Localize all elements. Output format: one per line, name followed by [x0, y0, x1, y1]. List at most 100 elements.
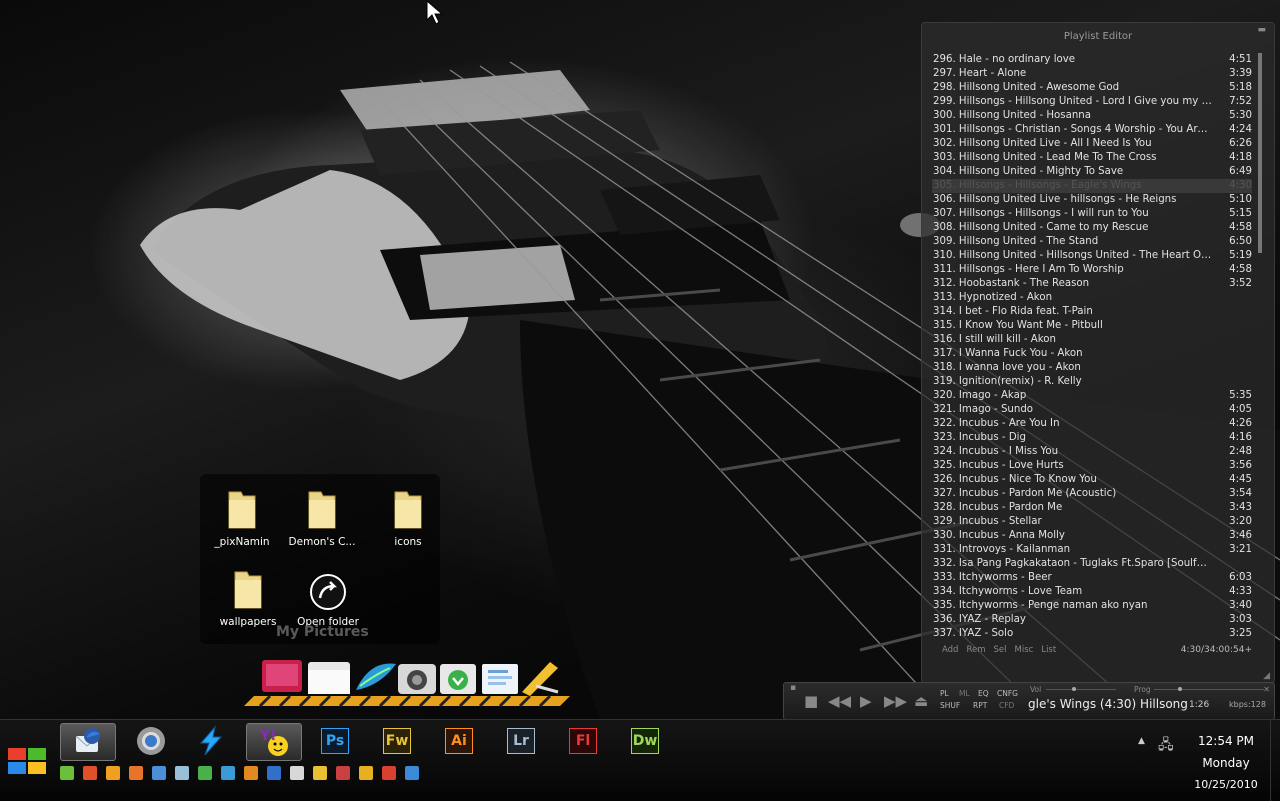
progress-slider[interactable]	[1154, 689, 1264, 690]
taskbar-flash[interactable]: Fl	[556, 723, 610, 759]
playlist-row[interactable]: 321. Imago - Sundo 4:05	[932, 403, 1252, 417]
mode-ml[interactable]: ML	[959, 689, 970, 698]
next-icon[interactable]: ▶▶	[884, 692, 907, 710]
quick-launch-app-icon[interactable]	[244, 766, 258, 780]
playlist-row[interactable]: 306. Hillsong United Live - hillsongs - …	[932, 193, 1252, 207]
playlist-row[interactable]: 315. I Know You Want Me - Pitbull	[932, 319, 1252, 333]
playlist-rem-button[interactable]: Rem	[966, 645, 985, 655]
playlist-row[interactable]: 329. Incubus - Stellar 3:20	[932, 515, 1252, 529]
playlist-row[interactable]: 337. IYAZ - Solo 3:25	[932, 627, 1252, 641]
close-icon[interactable]: ▬	[1257, 25, 1266, 35]
quick-launch-app-icon[interactable]	[152, 766, 166, 780]
desktop-folder-demons[interactable]: Demon's C...	[282, 488, 362, 548]
playlist-row[interactable]: 298. Hillsong United - Awesome God 5:18	[932, 81, 1252, 95]
mode-cnfg[interactable]: CNFG	[997, 689, 1018, 698]
player-menu-icon[interactable]: ▪	[790, 683, 796, 693]
quick-launch-app-icon[interactable]	[175, 766, 189, 780]
taskbar-lightroom[interactable]: Lr	[494, 723, 548, 759]
show-desktop-button[interactable]	[1270, 720, 1280, 801]
playlist-row[interactable]: 319. Ignition(remix) - R. Kelly	[932, 375, 1252, 389]
desktop-folder-icons[interactable]: icons	[368, 488, 448, 548]
playlist-row[interactable]: 299. Hillsongs - Hillsong United - Lord …	[932, 95, 1252, 109]
quick-launch-app-icon[interactable]	[106, 766, 120, 780]
playlist-row[interactable]: 318. I wanna love you - Akon	[932, 361, 1252, 375]
quick-launch-app-icon[interactable]	[60, 766, 74, 780]
playlist-row[interactable]: 305. Hillsongs - Hillsongs - Eagle's Win…	[932, 179, 1252, 193]
playlist-row[interactable]: 327. Incubus - Pardon Me (Acoustic) 3:54	[932, 487, 1252, 501]
play-icon[interactable]: ▶	[860, 692, 872, 710]
quick-launch-app-icon[interactable]	[267, 766, 281, 780]
quick-launch-app-icon[interactable]	[382, 766, 396, 780]
playlist-row[interactable]: 314. I bet - Flo Rida feat. T-Pain	[932, 305, 1252, 319]
playlist-row[interactable]: 320. Imago - Akap 5:35	[932, 389, 1252, 403]
playlist-row[interactable]: 304. Hillsong United - Mighty To Save 6:4…	[932, 165, 1252, 179]
taskbar-fireworks[interactable]: Fw	[370, 723, 424, 759]
playlist-row[interactable]: 333. Itchyworms - Beer 6:03	[932, 571, 1252, 585]
quick-launch-app-icon[interactable]	[313, 766, 327, 780]
network-icon[interactable]: 🖧	[1158, 734, 1174, 758]
volume-slider[interactable]	[1046, 689, 1116, 690]
playlist-list-button[interactable]: List	[1041, 645, 1056, 655]
playlist-row[interactable]: 330. Incubus - Anna Molly 3:46	[932, 529, 1252, 543]
player-close-icon[interactable]: ✕	[1263, 685, 1270, 694]
mode-shuf[interactable]: SHUF	[940, 701, 960, 710]
quick-launch-app-icon[interactable]	[129, 766, 143, 780]
quick-launch-app-icon[interactable]	[405, 766, 419, 780]
quick-launch-app-icon[interactable]	[359, 766, 373, 780]
playlist-row[interactable]: 296. Hale - no ordinary love 4:51	[932, 53, 1252, 67]
playlist-scrollbar[interactable]	[1258, 53, 1262, 643]
playlist-misc-button[interactable]: Misc	[1015, 645, 1034, 655]
taskbar-yahoo-messenger[interactable]: Y!	[246, 723, 302, 761]
show-hidden-icons-icon[interactable]: ▲	[1138, 736, 1145, 746]
mode-eq[interactable]: EQ	[978, 689, 989, 698]
mode-cfd[interactable]: CFD	[999, 701, 1014, 710]
quick-launch-app-icon[interactable]	[290, 766, 304, 780]
playlist-row[interactable]: 309. Hillsong United - The Stand 6:50	[932, 235, 1252, 249]
taskbar-winamp[interactable]	[184, 723, 238, 759]
taskbar-photoshop[interactable]: Ps	[308, 723, 362, 759]
desktop-folder-wallpapers[interactable]: wallpapers	[208, 568, 288, 628]
eject-icon[interactable]: ⏏	[914, 692, 928, 710]
playlist-row[interactable]: 326. Incubus - Nice To Know You 4:45	[932, 473, 1252, 487]
playlist-row[interactable]: 307. Hillsongs - Hillsongs - I will run …	[932, 207, 1252, 221]
playlist-row[interactable]: 332. Isa Pang Pagkakataon - Tuglaks Ft.S…	[932, 557, 1252, 571]
quick-launch-app-icon[interactable]	[336, 766, 350, 780]
playlist-row[interactable]: 328. Incubus - Pardon Me 3:43	[932, 501, 1252, 515]
volume-slider-knob[interactable]	[1072, 687, 1076, 691]
open-folder-button[interactable]: Open folder	[288, 572, 368, 628]
playlist-row[interactable]: 313. Hypnotized - Akon	[932, 291, 1252, 305]
progress-slider-knob[interactable]	[1178, 687, 1182, 691]
quick-launch-app-icon[interactable]	[83, 766, 97, 780]
resize-grip-icon[interactable]: ◢	[1263, 671, 1270, 681]
taskbar-dreamweaver[interactable]: Dw	[618, 723, 672, 759]
playlist-row[interactable]: 323. Incubus - Dig 4:16	[932, 431, 1252, 445]
previous-icon[interactable]: ◀◀	[828, 692, 851, 710]
quick-launch-app-icon[interactable]	[198, 766, 212, 780]
clock[interactable]: 12:54 PM Monday 10/25/2010	[1190, 730, 1262, 796]
playlist-row[interactable]: 316. I still will kill - Akon	[932, 333, 1252, 347]
desktop-folder-pixnamin[interactable]: _pixNamin	[202, 488, 282, 548]
playlist-row[interactable]: 310. Hillsong United - Hillsongs United …	[932, 249, 1252, 263]
playlist-row[interactable]: 317. I Wanna Fuck You - Akon	[932, 347, 1252, 361]
playlist-row[interactable]: 324. Incubus - I Miss You 2:48	[932, 445, 1252, 459]
playlist-row[interactable]: 331. Introvoys - Kailanman 3:21	[932, 543, 1252, 557]
playlist-row[interactable]: 322. Incubus - Are You In 4:26	[932, 417, 1252, 431]
playlist-row[interactable]: 312. Hoobastank - The Reason 3:52	[932, 277, 1252, 291]
quick-launch-app-icon[interactable]	[221, 766, 235, 780]
windows-start-icon[interactable]	[6, 746, 48, 776]
playlist-row[interactable]: 325. Incubus - Love Hurts 3:56	[932, 459, 1252, 473]
playlist-row[interactable]: 302. Hillsong United Live - All I Need I…	[932, 137, 1252, 151]
mode-rpt[interactable]: RPT	[973, 701, 987, 710]
playlist-row[interactable]: 336. IYAZ - Replay 3:03	[932, 613, 1252, 627]
playlist-list[interactable]: 296. Hale - no ordinary love 4:51 297. Hea…	[932, 53, 1252, 641]
playlist-row[interactable]: 311. Hillsongs - Here I Am To Worship 4:5…	[932, 263, 1252, 277]
playlist-row[interactable]: 297. Heart - Alone 3:39	[932, 67, 1252, 81]
mode-pl[interactable]: PL	[940, 689, 949, 698]
taskbar-thunderbird[interactable]	[60, 723, 116, 761]
playlist-row[interactable]: 334. Itchyworms - Love Team 4:33	[932, 585, 1252, 599]
taskbar-chrome[interactable]	[124, 723, 178, 759]
playlist-row[interactable]: 300. Hillsong United - Hosanna 5:30	[932, 109, 1252, 123]
playlist-scrollbar-thumb[interactable]	[1258, 53, 1262, 253]
playlist-row[interactable]: 335. Itchyworms - Penge naman ako nyan 3:…	[932, 599, 1252, 613]
playlist-add-button[interactable]: Add	[942, 645, 958, 655]
